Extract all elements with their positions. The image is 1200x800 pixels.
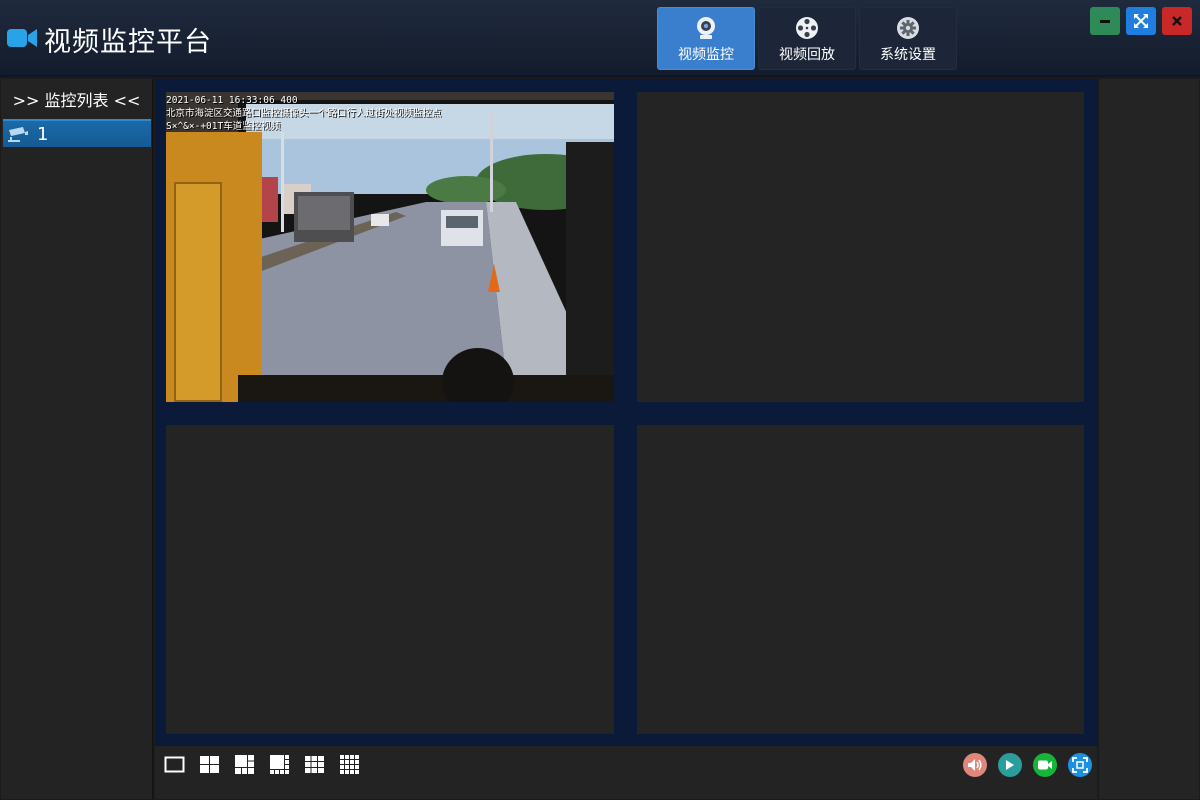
nav-label: 视频回放 — [779, 47, 835, 63]
fullscreen-icon — [1072, 757, 1088, 773]
layout-3x3-icon[interactable] — [304, 754, 325, 775]
osd-timestamp: 2021-06-11 16:33:06 400 — [166, 95, 298, 106]
close-icon — [1172, 16, 1182, 26]
video-cell-4[interactable] — [637, 425, 1084, 734]
osd-info: S×^&×-+01T车道监控视频 — [166, 121, 281, 132]
play-icon — [1006, 760, 1014, 770]
volume-icon — [968, 759, 982, 771]
layout-4x4-icon[interactable] — [339, 754, 360, 775]
camera-list-item[interactable]: 1 — [3, 119, 151, 147]
layout-1plus7-icon[interactable] — [269, 754, 290, 775]
layout-1x1-icon[interactable] — [164, 754, 185, 775]
layout-1plus5-icon[interactable] — [234, 754, 255, 775]
nav-video-playback[interactable]: 视频回放 — [758, 7, 856, 70]
minimize-icon — [1100, 20, 1110, 23]
gear-icon — [897, 17, 919, 39]
video-camera-icon — [7, 29, 37, 47]
play-button[interactable] — [998, 753, 1022, 777]
record-icon — [1038, 760, 1052, 770]
video-cell-3[interactable] — [166, 425, 614, 734]
sidebar-header[interactable]: >> 监控列表 << — [1, 79, 152, 119]
nav-video-monitor[interactable]: 视频监控 — [657, 7, 755, 70]
monitor-list-sidebar: >> 监控列表 << 1 — [1, 79, 153, 799]
fullscreen-button[interactable] — [1068, 753, 1092, 777]
close-button[interactable] — [1162, 7, 1192, 35]
bottom-toolbar — [155, 746, 1097, 799]
video-cell-1[interactable]: 2021-06-11 16:33:06 400 北京市海淀区交通路口监控摄像头一… — [166, 92, 614, 402]
record-button[interactable] — [1033, 753, 1057, 777]
nav-label: 系统设置 — [880, 47, 936, 63]
cctv-camera-icon — [8, 127, 28, 142]
title-bar: 视频监控平台 视频监控 视频回放 系统设置 — [0, 0, 1200, 77]
video-osd: 2021-06-11 16:33:06 400 北京市海淀区交通路口监控摄像头一… — [166, 94, 442, 133]
app-title: 视频监控平台 — [44, 27, 212, 58]
camera-label: 1 — [37, 123, 49, 145]
nav-label: 视频监控 — [678, 47, 734, 63]
webcam-icon — [697, 17, 715, 39]
volume-button[interactable] — [963, 753, 987, 777]
media-controls — [963, 753, 1092, 777]
layout-2x2-icon[interactable] — [199, 754, 220, 775]
main-nav: 视频监控 视频回放 系统设置 — [657, 7, 957, 70]
maximize-button[interactable] — [1126, 7, 1156, 35]
video-grid: 2021-06-11 16:33:06 400 北京市海淀区交通路口监控摄像头一… — [155, 79, 1097, 746]
video-cell-2[interactable] — [637, 92, 1084, 402]
nav-system-settings[interactable]: 系统设置 — [859, 7, 957, 70]
layout-selector — [164, 754, 360, 775]
right-panel — [1099, 79, 1199, 799]
film-reel-icon — [796, 17, 818, 39]
window-controls — [1090, 7, 1192, 35]
osd-location: 北京市海淀区交通路口监控摄像头一个路口行人过街处视频监控点 — [166, 108, 442, 119]
fullscreen-arrows-icon — [1134, 14, 1148, 28]
camera-feed-image — [166, 92, 614, 402]
minimize-button[interactable] — [1090, 7, 1120, 35]
